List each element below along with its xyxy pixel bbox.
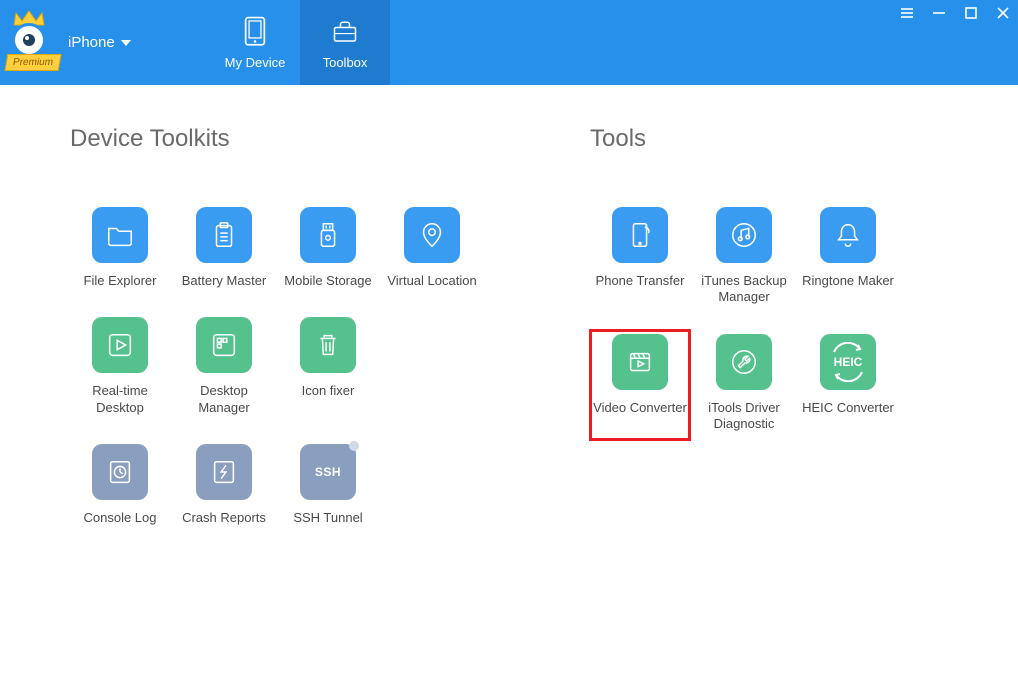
tool-label: Mobile Storage — [284, 273, 371, 289]
tool-label: Desktop Manager — [176, 383, 272, 416]
heic-icon: HEIC — [820, 334, 876, 390]
tool-phone-transfer[interactable]: Phone Transfer — [590, 203, 690, 314]
grid-spacer — [382, 313, 482, 424]
eye-icon — [12, 23, 46, 57]
minimize-button[interactable] — [930, 4, 948, 22]
chevron-down-icon — [121, 40, 131, 46]
usb-icon — [300, 207, 356, 263]
tool-console-log[interactable]: Console Log — [70, 440, 170, 534]
tool-itunes-backup-manager[interactable]: iTunes Backup Manager — [694, 203, 794, 314]
play-icon — [92, 317, 148, 373]
device-selector[interactable]: iPhone — [68, 34, 131, 51]
tool-label: Ringtone Maker — [802, 273, 894, 289]
tool-label: iTunes Backup Manager — [696, 273, 792, 306]
maximize-icon — [963, 5, 979, 21]
status-dot-icon — [349, 441, 359, 451]
minimize-icon — [931, 5, 947, 21]
tool-icon-fixer[interactable]: Icon fixer — [278, 313, 378, 424]
close-button[interactable] — [994, 4, 1012, 22]
tool-label: Console Log — [84, 510, 157, 526]
tool-label: Real-time Desktop — [72, 383, 168, 416]
tab-toolbox-label: Toolbox — [323, 55, 368, 70]
tool-video-converter[interactable]: Video Converter — [590, 330, 690, 441]
menu-button[interactable] — [898, 4, 916, 22]
tool-file-explorer[interactable]: File Explorer — [70, 203, 170, 297]
tool-label: Battery Master — [182, 273, 267, 289]
window-controls — [898, 4, 1012, 22]
tool-virtual-location[interactable]: Virtual Location — [382, 203, 482, 297]
close-icon — [995, 5, 1011, 21]
tool-crash-reports[interactable]: Crash Reports — [174, 440, 274, 534]
tool-heic-converter[interactable]: HEIC HEIC Converter — [798, 330, 898, 441]
tab-toolbox[interactable]: Toolbox — [300, 0, 390, 85]
bell-icon — [820, 207, 876, 263]
premium-badge: Premium — [5, 54, 62, 71]
lightning-file-icon — [196, 444, 252, 500]
ssh-text: SSH — [315, 465, 341, 479]
tool-itools-driver-diagnostic[interactable]: iTools Driver Diagnostic — [694, 330, 794, 441]
app-logo: Premium — [8, 13, 62, 73]
menu-icon — [899, 5, 915, 21]
tablet-icon — [240, 15, 270, 49]
tool-label: Crash Reports — [182, 510, 266, 526]
clapperboard-icon — [612, 334, 668, 390]
logo-area: Premium iPhone — [0, 0, 210, 85]
tools-title: Tools — [590, 125, 930, 153]
tool-label: Video Converter — [593, 400, 687, 416]
toolbox-icon — [330, 15, 360, 49]
location-icon — [404, 207, 460, 263]
tool-mobile-storage[interactable]: Mobile Storage — [278, 203, 378, 297]
phone-sync-icon — [612, 207, 668, 263]
tool-battery-master[interactable]: Battery Master — [174, 203, 274, 297]
tool-label: Icon fixer — [302, 383, 355, 399]
tab-my-device-label: My Device — [225, 55, 286, 70]
tool-desktop-manager[interactable]: Desktop Manager — [174, 313, 274, 424]
wrench-circle-icon — [716, 334, 772, 390]
main-content: Device Toolkits File Explorer Battery Ma… — [0, 85, 1018, 534]
tool-label: iTools Driver Diagnostic — [696, 400, 792, 433]
tool-label: Virtual Location — [387, 273, 476, 289]
tool-label: SSH Tunnel — [293, 510, 362, 526]
apps-grid-icon — [196, 317, 252, 373]
maximize-button[interactable] — [962, 4, 980, 22]
tools-grid: Phone Transfer iTunes Backup Manager Rin… — [590, 203, 930, 440]
heic-text: HEIC — [834, 355, 863, 369]
tool-label: HEIC Converter — [802, 400, 894, 416]
clipboard-icon — [196, 207, 252, 263]
music-disc-icon — [716, 207, 772, 263]
device-toolkits-column: Device Toolkits File Explorer Battery Ma… — [70, 125, 490, 534]
nav-tabs: My Device Toolbox — [210, 0, 390, 85]
device-toolkits-grid: File Explorer Battery Master Mobile Stor… — [70, 203, 490, 534]
ssh-icon: SSH — [300, 444, 356, 500]
device-name: iPhone — [68, 34, 115, 51]
folder-icon — [92, 207, 148, 263]
tools-column: Tools Phone Transfer iTunes Backup Manag… — [590, 125, 930, 534]
tool-label: File Explorer — [84, 273, 157, 289]
clock-file-icon — [92, 444, 148, 500]
trash-icon — [300, 317, 356, 373]
device-toolkits-title: Device Toolkits — [70, 125, 490, 153]
tool-ssh-tunnel[interactable]: SSH SSH Tunnel — [278, 440, 378, 534]
tool-ringtone-maker[interactable]: Ringtone Maker — [798, 203, 898, 314]
tool-realtime-desktop[interactable]: Real-time Desktop — [70, 313, 170, 424]
tab-my-device[interactable]: My Device — [210, 0, 300, 85]
tool-label: Phone Transfer — [596, 273, 685, 289]
app-header: Premium iPhone My Device Toolbox — [0, 0, 1018, 85]
